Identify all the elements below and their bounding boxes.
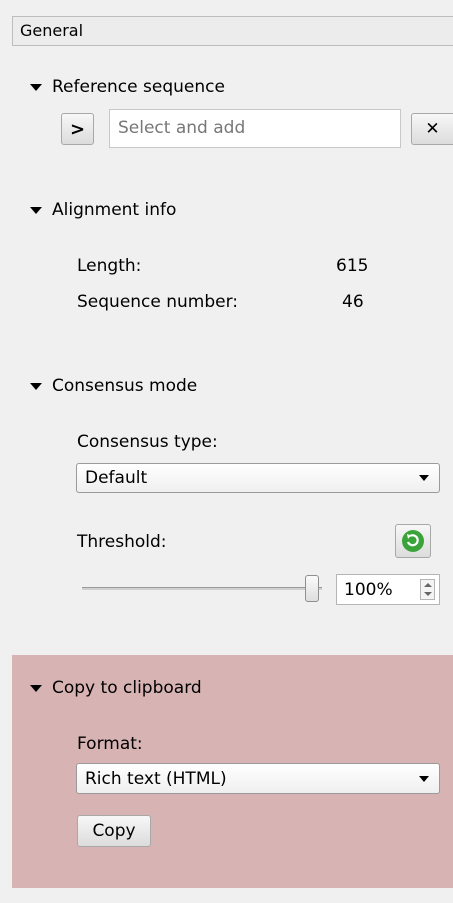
collapse-triangle-icon [30,83,42,91]
consensus-type-label: Consensus type: [77,432,218,452]
sequence-number-label: Sequence number: [77,292,239,312]
collapse-triangle-icon [30,382,42,390]
section-reference-sequence[interactable]: Reference sequence [30,75,225,99]
spin-arrows-icon[interactable] [420,579,435,600]
section-title: Copy to clipboard [52,678,202,698]
format-label: Format: [77,734,143,754]
reset-threshold-button[interactable] [395,524,431,558]
format-value: Rich text (HTML) [85,768,227,789]
reference-search-input[interactable]: Select and add [109,109,401,148]
section-title: Consensus mode [52,376,198,396]
length-label: Length: [77,256,142,276]
section-title: Reference sequence [52,77,225,97]
threshold-value: 100% [344,579,393,600]
close-icon: ✕ [425,119,440,139]
section-copy-to-clipboard[interactable]: Copy to clipboard [30,676,202,700]
reset-icon [402,530,424,552]
threshold-slider-handle[interactable] [305,575,319,602]
threshold-spinbox[interactable]: 100% [336,574,440,605]
threshold-slider-track[interactable] [82,587,322,590]
consensus-type-value: Default [85,468,148,488]
collapse-triangle-icon [30,684,42,692]
chevron-down-icon [419,775,429,782]
add-reference-button[interactable]: > [61,113,94,145]
consensus-type-select[interactable]: Default [76,463,440,493]
section-alignment-info[interactable]: Alignment info [30,198,176,222]
format-select[interactable]: Rich text (HTML) [76,763,440,794]
chevron-right-icon: > [69,118,86,140]
section-title: Alignment info [52,200,177,220]
length-value: 615 [336,256,369,276]
collapse-triangle-icon [30,206,42,214]
chevron-down-icon [419,475,429,481]
copy-button[interactable]: Copy [77,815,151,847]
clear-reference-button[interactable]: ✕ [411,113,453,145]
copy-button-label: Copy [92,821,136,841]
section-consensus-mode[interactable]: Consensus mode [30,374,197,398]
threshold-label: Threshold: [77,532,167,552]
panel-header: General [12,16,453,46]
sequence-number-value: 46 [342,292,364,312]
